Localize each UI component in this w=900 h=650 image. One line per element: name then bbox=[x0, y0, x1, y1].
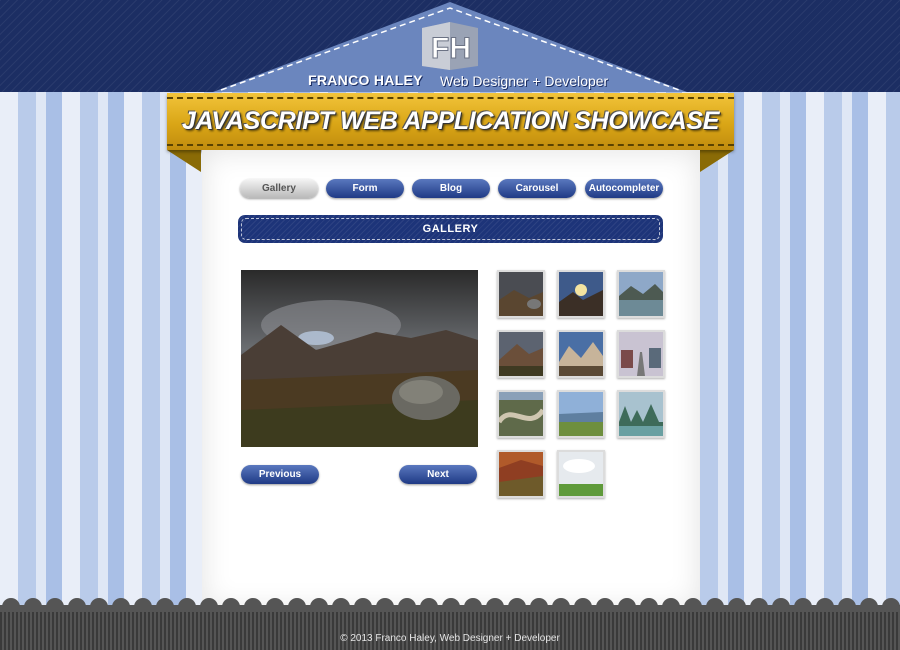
nav-form[interactable]: Form bbox=[326, 179, 404, 198]
gallery-thumbnail[interactable] bbox=[557, 390, 605, 438]
gallery-thumbnail[interactable] bbox=[557, 270, 605, 318]
logo-text: FH bbox=[431, 32, 471, 65]
gallery-thumbnail[interactable] bbox=[557, 330, 605, 378]
gallery-thumbnail[interactable] bbox=[497, 450, 545, 498]
gallery-thumbnail[interactable] bbox=[557, 450, 605, 498]
gallery-main-image bbox=[241, 270, 478, 447]
next-button[interactable]: Next bbox=[399, 465, 477, 484]
footer-copyright: © 2013 Franco Haley, Web Designer + Deve… bbox=[340, 633, 560, 644]
banner-fold-left bbox=[167, 150, 201, 172]
banner-title: JAVASCRIPT WEB APPLICATION SHOWCASE bbox=[181, 107, 720, 135]
gallery-thumbnail[interactable] bbox=[617, 330, 665, 378]
brand-name: FRANCO HALEY bbox=[308, 72, 423, 88]
nav-autocompleter[interactable]: Autocompleter bbox=[585, 179, 663, 198]
section-title: GALLERY bbox=[422, 223, 479, 235]
banner-fold-right bbox=[700, 150, 734, 172]
footer-scallops bbox=[0, 598, 900, 612]
nav-carousel[interactable]: Carousel bbox=[498, 179, 576, 198]
nav-gallery[interactable]: Gallery bbox=[240, 179, 318, 198]
section-header: GALLERY bbox=[238, 215, 663, 243]
previous-button[interactable]: Previous bbox=[241, 465, 319, 484]
gallery-thumbnail[interactable] bbox=[497, 330, 545, 378]
nav-blog[interactable]: Blog bbox=[412, 179, 490, 198]
gallery-thumbnail[interactable] bbox=[497, 270, 545, 318]
brand-tagline: Web Designer + Developer bbox=[440, 73, 609, 89]
gallery-thumbnail[interactable] bbox=[617, 270, 665, 318]
gallery-thumbnail[interactable] bbox=[497, 390, 545, 438]
title-banner: JAVASCRIPT WEB APPLICATION SHOWCASE bbox=[167, 93, 734, 150]
fh-logo-icon: FH bbox=[422, 22, 478, 70]
gallery-thumbnail[interactable] bbox=[617, 390, 665, 438]
